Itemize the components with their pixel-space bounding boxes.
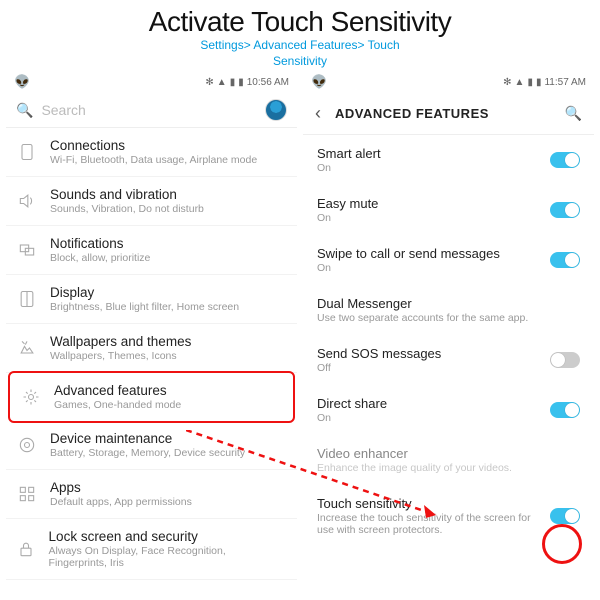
- reddit-icon: 👽: [14, 74, 30, 90]
- search-icon[interactable]: 🔍: [565, 105, 582, 122]
- signal-icon: ▮: [230, 77, 236, 88]
- row-wallpapers[interactable]: Wallpapers and themesWallpapers, Themes,…: [6, 324, 297, 373]
- row-display[interactable]: DisplayBrightness, Blue light filter, Ho…: [6, 275, 297, 324]
- lock-icon: [16, 538, 37, 560]
- wifi-icon: ▲: [515, 77, 525, 88]
- back-icon[interactable]: ‹: [315, 103, 321, 124]
- toggle-switch[interactable]: [550, 202, 580, 218]
- status-bar: 👽 ✻ ▲ ▮ ▮ 10:56 AM: [6, 71, 297, 93]
- clock-text: 11:57 AM: [544, 77, 586, 88]
- sound-icon: [16, 190, 38, 212]
- battery-icon: ▮: [238, 77, 244, 88]
- row-lock-screen[interactable]: Lock screen and securityAlways On Displa…: [6, 519, 297, 580]
- reddit-icon: 👽: [311, 74, 327, 90]
- page-title: Activate Touch Sensitivity: [0, 6, 600, 38]
- row-advanced-features[interactable]: Advanced featuresGames, One-handed mode: [8, 371, 295, 423]
- toggle-switch[interactable]: [550, 152, 580, 168]
- connections-icon: [16, 141, 38, 163]
- wifi-icon: ▲: [217, 77, 227, 88]
- notifications-icon: [16, 239, 38, 261]
- search-bar[interactable]: 🔍 Search: [6, 93, 297, 128]
- toggle-switch[interactable]: [550, 508, 580, 524]
- signal-icon: ▮: [527, 77, 533, 88]
- toggle-switch[interactable]: [550, 252, 580, 268]
- breadcrumb-line2: Sensitivity: [273, 54, 327, 68]
- settings-screen: 👽 ✻ ▲ ▮ ▮ 10:56 AM 🔍 Search ConnectionsW…: [6, 71, 297, 586]
- row-dual-messenger[interactable]: Dual MessengerUse two separate accounts …: [303, 285, 594, 335]
- clock-text: 10:56 AM: [247, 77, 289, 88]
- advanced-icon: [20, 386, 42, 408]
- apps-icon: [16, 483, 38, 505]
- status-bar: 👽 ✻ ▲ ▮ ▮ 11:57 AM: [303, 71, 594, 93]
- toggle-switch[interactable]: [550, 402, 580, 418]
- page-header-title: ADVANCED FEATURES: [335, 106, 551, 121]
- instruction-header: Activate Touch Sensitivity Settings> Adv…: [0, 0, 600, 71]
- profile-avatar[interactable]: [265, 99, 287, 121]
- row-notifications[interactable]: NotificationsBlock, allow, prioritize: [6, 226, 297, 275]
- search-placeholder: Search: [41, 102, 257, 118]
- row-apps[interactable]: AppsDefault apps, App permissions: [6, 470, 297, 519]
- row-connections[interactable]: ConnectionsWi-Fi, Bluetooth, Data usage,…: [6, 128, 297, 177]
- row-video-enhancer[interactable]: Video enhancerEnhance the image quality …: [303, 435, 594, 485]
- wallpaper-icon: [16, 337, 38, 359]
- row-smart-alert[interactable]: Smart alertOn: [303, 135, 594, 185]
- row-touch-sensitivity[interactable]: Touch sensitivityIncrease the touch sens…: [303, 485, 594, 547]
- page-header: ‹ ADVANCED FEATURES 🔍: [303, 93, 594, 135]
- display-icon: [16, 288, 38, 310]
- maintenance-icon: [16, 434, 38, 456]
- row-swipe-call[interactable]: Swipe to call or send messagesOn: [303, 235, 594, 285]
- search-icon: 🔍: [16, 102, 33, 119]
- bluetooth-icon: ✻: [503, 77, 511, 88]
- toggle-switch[interactable]: [550, 352, 580, 368]
- advanced-features-screen: 👽 ✻ ▲ ▮ ▮ 11:57 AM ‹ ADVANCED FEATURES 🔍…: [303, 71, 594, 586]
- settings-list: ConnectionsWi-Fi, Bluetooth, Data usage,…: [6, 128, 297, 580]
- breadcrumb-line1: Settings> Advanced Features> Touch: [200, 38, 399, 52]
- bluetooth-icon: ✻: [205, 77, 213, 88]
- row-device-maintenance[interactable]: Device maintenanceBattery, Storage, Memo…: [6, 421, 297, 470]
- breadcrumb: Settings> Advanced Features> Touch Sensi…: [0, 38, 600, 69]
- row-sos[interactable]: Send SOS messagesOff: [303, 335, 594, 385]
- row-direct-share[interactable]: Direct shareOn: [303, 385, 594, 435]
- battery-icon: ▮: [536, 77, 542, 88]
- row-easy-mute[interactable]: Easy muteOn: [303, 185, 594, 235]
- row-sounds[interactable]: Sounds and vibrationSounds, Vibration, D…: [6, 177, 297, 226]
